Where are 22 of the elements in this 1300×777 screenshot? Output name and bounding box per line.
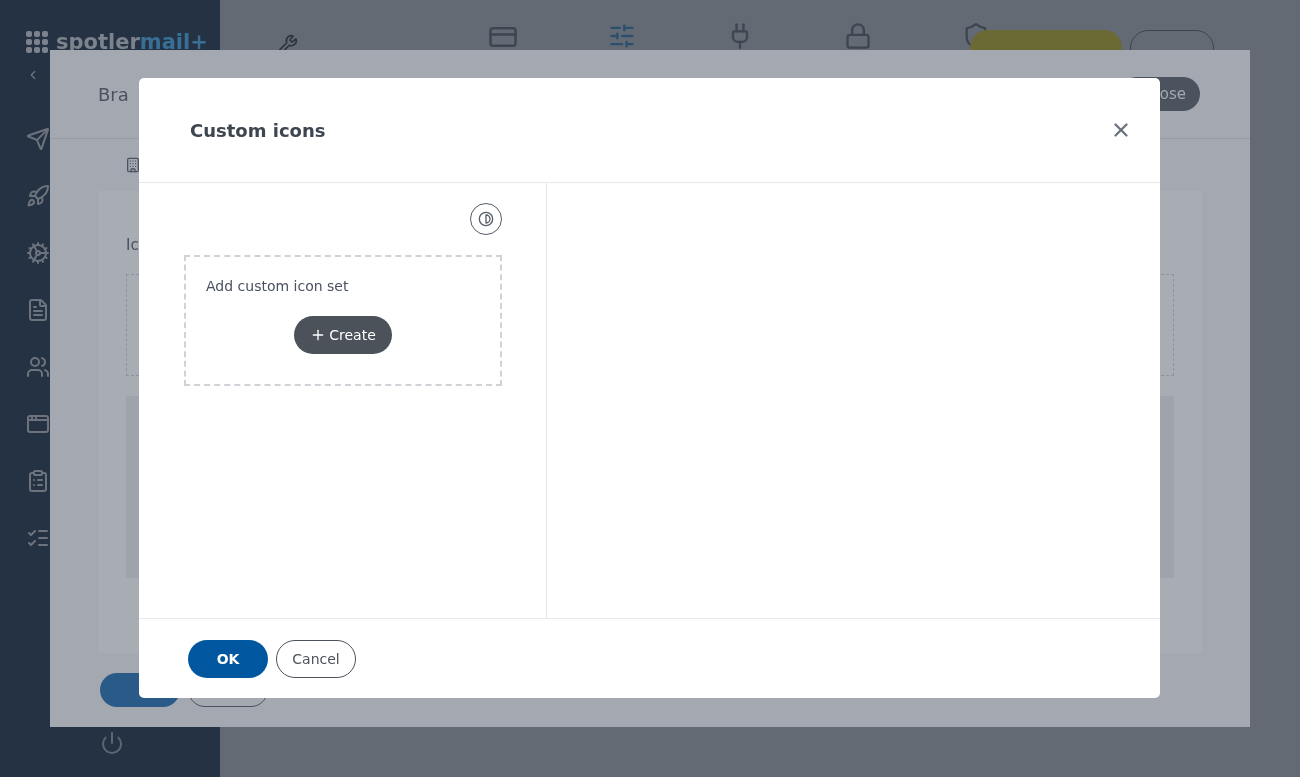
cancel-button[interactable]: Cancel [276, 639, 356, 678]
building-icon[interactable] [125, 157, 141, 173]
contrast-icon [478, 211, 494, 227]
ok-button[interactable]: OK [188, 639, 268, 678]
document-icon[interactable] [26, 298, 50, 322]
modal-title: Bra [98, 83, 129, 105]
sliders-icon[interactable] [608, 22, 636, 50]
create-button[interactable]: Create [294, 316, 392, 354]
contrast-button[interactable] [470, 203, 502, 235]
dialog-title: Custom icons [190, 119, 326, 141]
power-icon[interactable] [100, 731, 124, 755]
add-icon-set-label: Add custom icon set [206, 278, 350, 294]
lock-icon[interactable] [844, 22, 872, 50]
paper-plane-icon[interactable] [26, 127, 50, 151]
window-icon[interactable] [26, 412, 50, 436]
clipboard-icon[interactable] [26, 469, 50, 493]
rocket-icon[interactable] [26, 184, 50, 208]
logo-text: spotlermail+ [56, 30, 208, 54]
section-label: Ic [126, 236, 140, 254]
people-icon[interactable] [26, 355, 50, 379]
app-grid-icon[interactable] [26, 31, 48, 53]
gear-icon[interactable] [26, 241, 50, 265]
